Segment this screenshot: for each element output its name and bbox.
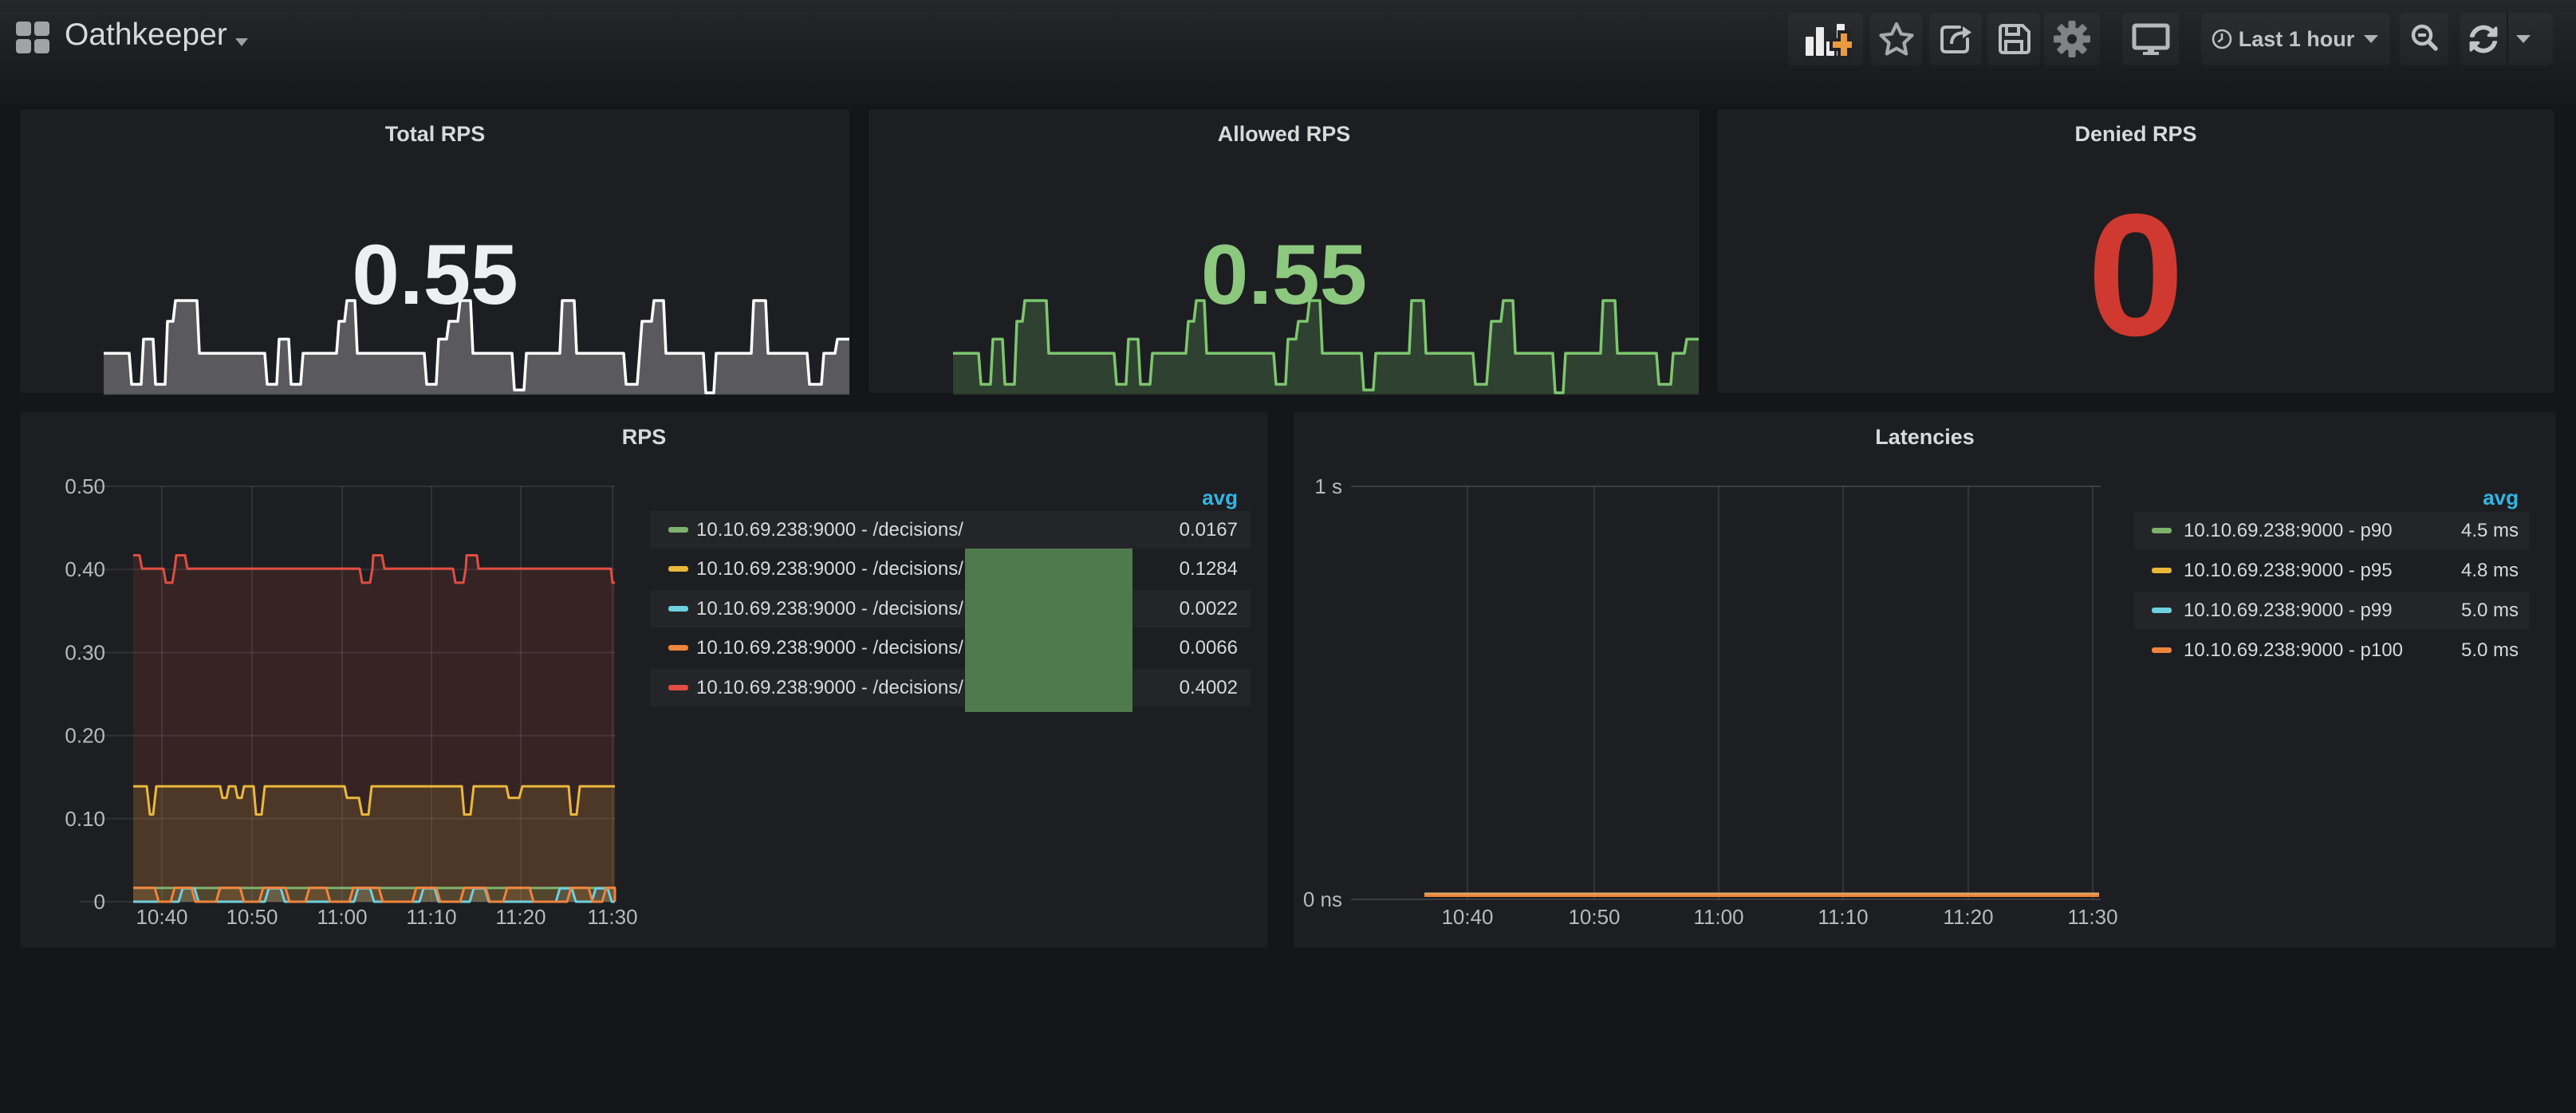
svg-text:10:40: 10:40 [1441,905,1493,929]
svg-text:11:00: 11:00 [1693,905,1743,929]
svg-text:11:10: 11:10 [406,905,456,929]
svg-text:0.30: 0.30 [65,640,105,664]
svg-text:11:10: 11:10 [1818,905,1868,929]
svg-text:0.50: 0.50 [65,474,105,498]
svg-text:0.40: 0.40 [65,557,105,581]
svg-text:10:40: 10:40 [136,905,187,929]
svg-text:10:50: 10:50 [1568,905,1620,929]
svg-text:0.10: 0.10 [65,807,105,831]
svg-text:11:20: 11:20 [1943,905,1993,929]
svg-text:1 s: 1 s [1314,474,1342,498]
svg-text:11:00: 11:00 [317,905,367,929]
svg-text:11:30: 11:30 [587,905,637,929]
svg-text:0: 0 [94,890,105,914]
svg-text:10:50: 10:50 [226,905,278,929]
svg-text:0.20: 0.20 [65,724,105,748]
svg-text:0 ns: 0 ns [1303,887,1342,911]
svg-text:11:30: 11:30 [2067,905,2117,929]
svg-text:11:20: 11:20 [495,905,546,929]
